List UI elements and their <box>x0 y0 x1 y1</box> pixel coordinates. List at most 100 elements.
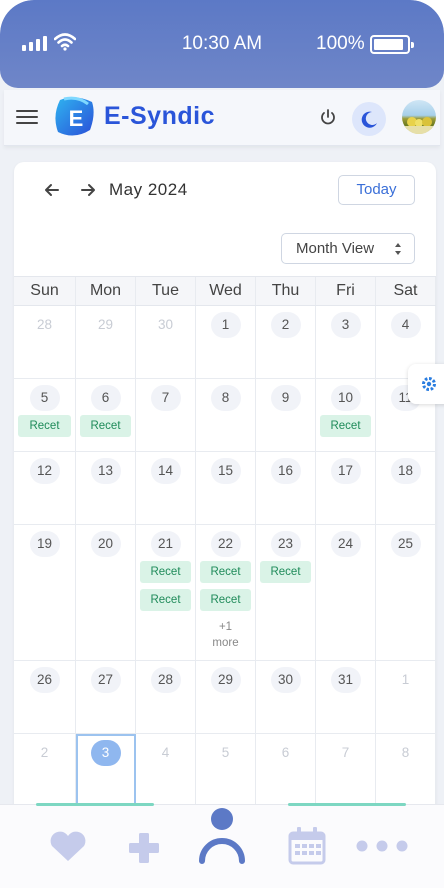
day-number: 1 <box>401 672 410 687</box>
calendar-week: 28 29 30 1 2 3 4 <box>14 306 436 379</box>
calendar-day[interactable]: 19 <box>14 525 76 661</box>
calendar-day[interactable]: 1 <box>196 306 256 379</box>
calendar-day[interactable]: 9 <box>256 379 316 452</box>
weekday-tue: Tue <box>136 277 196 305</box>
calendar-day[interactable]: 16 <box>256 452 316 525</box>
heart-icon <box>50 831 86 861</box>
day-number: 21 <box>150 531 181 557</box>
calendar-day[interactable]: 5 Recet <box>14 379 76 452</box>
nav-calendar[interactable] <box>284 805 332 888</box>
day-number: 6 <box>90 385 121 411</box>
event-chip[interactable]: Recet <box>260 561 311 583</box>
calendar-day[interactable]: 23 Recet <box>256 525 316 661</box>
battery-percent: 100% <box>316 33 365 54</box>
calendar-day[interactable]: 6 <box>256 734 316 807</box>
event-chip[interactable]: Recet <box>200 561 251 583</box>
calendar-day[interactable]: 13 <box>76 452 136 525</box>
nav-favorites[interactable] <box>44 805 92 888</box>
event-chip[interactable]: Recet <box>140 561 191 583</box>
weekday-thu: Thu <box>256 277 316 305</box>
weekday-mon: Mon <box>76 277 136 305</box>
settings-tab[interactable] <box>408 364 444 404</box>
calendar-day[interactable]: 6 Recet <box>76 379 136 452</box>
calendar-grid: Sun Mon Tue Wed Thu Fri Sat 28 29 30 1 2 3 4 5 Recet 6 R… <box>14 276 436 807</box>
calendar-day[interactable]: 1 <box>376 661 436 734</box>
day-number: 30 <box>157 317 174 332</box>
calendar-day[interactable]: 10 Recet <box>316 379 376 452</box>
day-number: 26 <box>29 667 60 693</box>
arrow-right-icon[interactable] <box>78 180 98 200</box>
nav-profile[interactable] <box>194 805 250 888</box>
day-number: 24 <box>330 531 361 557</box>
calendar-day[interactable]: 3 <box>76 734 136 807</box>
sort-arrows-icon <box>395 243 401 255</box>
calendar-day[interactable]: 30 <box>136 306 196 379</box>
calendar-day[interactable]: 5 <box>196 734 256 807</box>
calendar-day[interactable]: 22 Recet Recet +1 more <box>196 525 256 661</box>
day-number: 1 <box>210 312 241 338</box>
event-chip[interactable]: Recet <box>140 589 191 611</box>
user-avatar[interactable] <box>402 100 436 134</box>
weekday-header-row: Sun Mon Tue Wed Thu Fri Sat <box>14 276 436 306</box>
day-number: 31 <box>330 667 361 693</box>
calendar-day[interactable]: 2 <box>14 734 76 807</box>
today-button[interactable]: Today <box>338 175 415 205</box>
calendar-day[interactable]: 31 <box>316 661 376 734</box>
month-title: May 2024 <box>109 180 188 199</box>
nav-more[interactable] <box>350 805 414 888</box>
dark-mode-toggle[interactable] <box>352 102 386 136</box>
calendar-day[interactable]: 25 <box>376 525 436 661</box>
day-number: 30 <box>270 667 301 693</box>
more-events-link[interactable]: +1 more <box>196 619 255 651</box>
calendar-day[interactable]: 27 <box>76 661 136 734</box>
calendar-day[interactable]: 28 <box>136 661 196 734</box>
day-number: 3 <box>90 740 121 766</box>
nav-add[interactable] <box>120 805 168 888</box>
weekday-fri: Fri <box>316 277 376 305</box>
calendar-day[interactable]: 26 <box>14 661 76 734</box>
menu-icon[interactable] <box>16 110 38 126</box>
calendar-day[interactable]: 15 <box>196 452 256 525</box>
calendar-day[interactable]: 20 <box>76 525 136 661</box>
day-number: 19 <box>29 531 60 557</box>
calendar-icon <box>288 827 326 865</box>
calendar-day[interactable]: 4 <box>136 734 196 807</box>
day-number: 8 <box>210 385 241 411</box>
day-number: 27 <box>90 667 121 693</box>
day-number: 5 <box>221 745 230 760</box>
brand-logo-icon: E <box>55 96 94 136</box>
calendar-day[interactable]: 24 <box>316 525 376 661</box>
phone-frame: 10:30 AM 100% E E-Syndic May 2024 Today … <box>0 0 444 888</box>
weekday-sun: Sun <box>14 277 76 305</box>
day-number: 17 <box>330 458 361 484</box>
calendar-day[interactable]: 29 <box>196 661 256 734</box>
calendar-day[interactable]: 7 <box>316 734 376 807</box>
calendar-day[interactable]: 14 <box>136 452 196 525</box>
calendar-day[interactable]: 7 <box>136 379 196 452</box>
day-number: 18 <box>390 458 421 484</box>
event-chip[interactable]: Recet <box>320 415 371 437</box>
weekday-wed: Wed <box>196 277 256 305</box>
calendar-day[interactable]: 28 <box>14 306 76 379</box>
event-chip[interactable]: Recet <box>80 415 131 437</box>
calendar-day[interactable]: 17 <box>316 452 376 525</box>
calendar-day[interactable]: 29 <box>76 306 136 379</box>
event-chip[interactable]: Recet <box>18 415 71 437</box>
calendar-day[interactable]: 8 <box>196 379 256 452</box>
user-icon <box>199 808 245 864</box>
calendar-day[interactable]: 8 <box>376 734 436 807</box>
calendar-day[interactable]: 2 <box>256 306 316 379</box>
view-select[interactable]: Month View <box>281 233 415 264</box>
power-icon[interactable] <box>318 107 338 127</box>
calendar-day[interactable]: 30 <box>256 661 316 734</box>
calendar-day[interactable]: 12 <box>14 452 76 525</box>
arrow-left-icon[interactable] <box>42 180 62 200</box>
event-chip[interactable]: Recet <box>200 589 251 611</box>
calendar-day[interactable]: 3 <box>316 306 376 379</box>
day-number: 4 <box>390 312 421 338</box>
day-number: 12 <box>29 458 60 484</box>
day-number: 4 <box>161 745 170 760</box>
calendar-day[interactable]: 18 <box>376 452 436 525</box>
app-header: E E-Syndic <box>4 90 440 146</box>
calendar-day[interactable]: 21 Recet Recet <box>136 525 196 661</box>
